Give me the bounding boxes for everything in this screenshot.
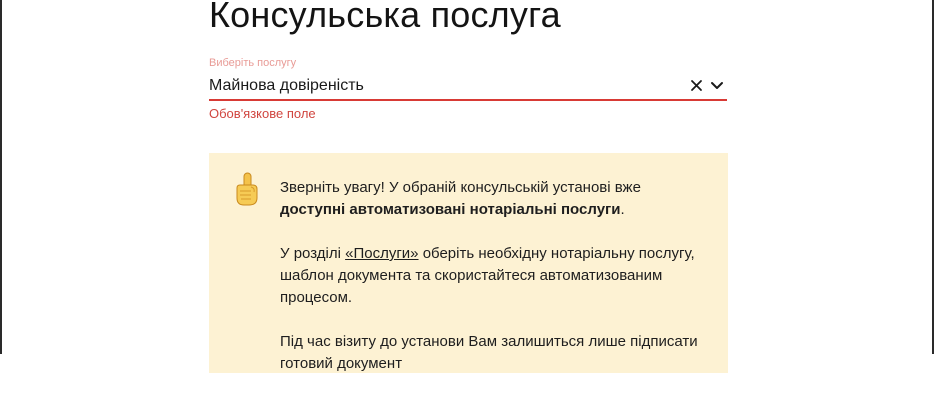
notice-paragraph-2: У розділі «Послуги» оберіть необхідну но… xyxy=(280,243,710,309)
close-icon[interactable] xyxy=(689,75,705,95)
notice-p1-text: Зверніть увагу! У обраній консульській у… xyxy=(280,179,641,196)
notice-p2-start: У розділі xyxy=(280,245,346,262)
required-field-error: Обов'язкове поле xyxy=(209,106,316,121)
pointing-finger-icon xyxy=(229,171,265,207)
notice-p1-end: . xyxy=(620,201,625,218)
page-frame: Консульська послуга Виберіть послугу Май… xyxy=(0,0,934,373)
notary-services-notice: Зверніть увагу! У обраній консульській у… xyxy=(209,153,728,373)
service-select-label: Виберіть послугу xyxy=(209,57,297,69)
service-select-value[interactable]: Майнова довіреність xyxy=(209,77,364,95)
notice-p1-bold: доступні автоматизовані нотаріальні посл… xyxy=(280,201,621,218)
service-select[interactable]: Виберіть послугу Майнова довіреність Обо… xyxy=(209,57,727,121)
notice-paragraph-3: Під час візиту до установи Вам залишитьс… xyxy=(280,333,698,372)
notice-paragraph-1: Зверніть увагу! У обраній консульській у… xyxy=(280,177,710,221)
notice-text: Зверніть увагу! У обраній консульській у… xyxy=(280,177,710,397)
page-title: Консульська послуга xyxy=(209,0,561,35)
service-select-input-row[interactable]: Майнова довіреність xyxy=(209,75,727,101)
services-link[interactable]: «Послуги» xyxy=(345,245,418,262)
chevron-down-icon[interactable] xyxy=(709,75,725,95)
